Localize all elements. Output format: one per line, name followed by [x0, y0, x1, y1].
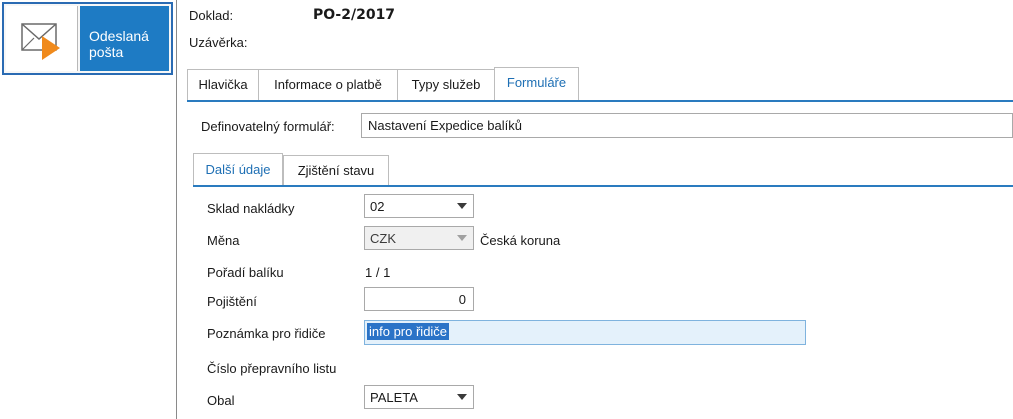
- subtab-zjisteni-stavu[interactable]: Zjištění stavu: [283, 155, 389, 186]
- cislo-listu-label: Číslo přepravního listu: [207, 361, 337, 376]
- subtab-underline: [193, 185, 1013, 187]
- pojisteni-label: Pojištění: [207, 294, 257, 309]
- tab-hlavicka[interactable]: Hlavička: [187, 69, 259, 100]
- doc-number: PO-2/2017: [313, 7, 396, 23]
- mena-label: Měna: [207, 233, 240, 248]
- tab-typy-sluzeb[interactable]: Typy služeb: [397, 69, 495, 100]
- obal-select[interactable]: PALETA: [364, 385, 474, 409]
- pojisteni-input[interactable]: 0: [364, 287, 474, 311]
- mail-envelope-send-icon: [6, 6, 78, 71]
- poznamka-value: info pro řidiče: [367, 323, 450, 340]
- sklad-value: 02: [370, 199, 385, 214]
- tab-formulare[interactable]: Formuláře: [494, 67, 579, 100]
- tab-underline: [187, 100, 1013, 102]
- doc-label: Doklad:: [189, 8, 234, 23]
- nav-item-label: Odeslaná pošta: [80, 6, 169, 71]
- sklad-select[interactable]: 02: [364, 194, 474, 218]
- chevron-down-icon[interactable]: [453, 197, 471, 215]
- chevron-down-icon: [453, 229, 471, 247]
- poradi-label: Pořadí balíku: [207, 265, 284, 280]
- sklad-label: Sklad nakládky: [207, 201, 295, 216]
- mena-value: CZK: [370, 231, 396, 246]
- nav-item-odeslana-posta[interactable]: Odeslaná pošta: [2, 2, 173, 75]
- subtab-dalsi-udaje[interactable]: Další údaje: [193, 153, 283, 186]
- obal-value: PALETA: [370, 390, 418, 405]
- form-definition-label: Definovatelný formulář:: [201, 119, 335, 134]
- poznamka-label: Poznámka pro řidiče: [207, 326, 326, 341]
- mena-description: Česká koruna: [480, 233, 561, 248]
- nav-label-line2: pošta: [89, 44, 124, 60]
- form-definition-field[interactable]: Nastavení Expedice balíků: [361, 113, 1013, 138]
- navigation-panel: Odeslaná pošta: [0, 0, 177, 419]
- poradi-value: 1 / 1: [365, 265, 391, 280]
- poznamka-input[interactable]: info pro řidiče: [364, 320, 806, 345]
- tab-informace-o-platbe[interactable]: Informace o platbě: [258, 69, 398, 100]
- obal-label: Obal: [207, 393, 235, 408]
- closing-label: Uzávěrka:: [189, 35, 248, 50]
- nav-label-line1: Odeslaná: [89, 28, 149, 44]
- chevron-down-icon[interactable]: [453, 388, 471, 406]
- mena-select: CZK: [364, 226, 474, 250]
